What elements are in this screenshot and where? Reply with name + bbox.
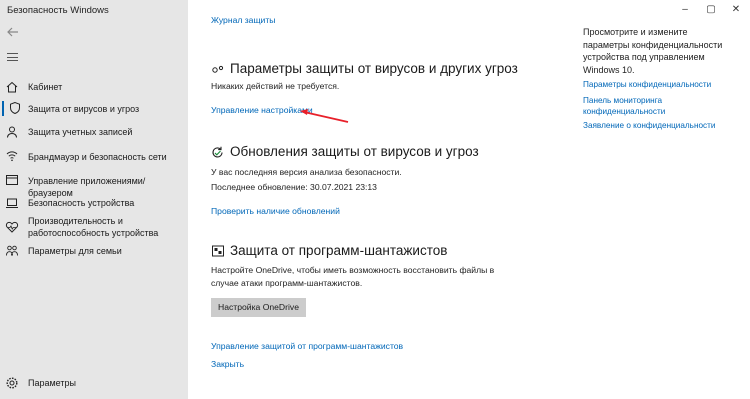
check-updates-link[interactable]: Проверить наличие обновлений (211, 206, 340, 216)
sidebar-item-label: Параметры для семьи (28, 246, 122, 256)
shield-icon (8, 101, 22, 115)
refresh-icon (210, 145, 224, 159)
window-title: Безопасность Windows (7, 5, 109, 16)
back-arrow-icon[interactable] (6, 25, 20, 39)
sidebar-item-label: Параметры (28, 378, 76, 388)
privacy-settings-link[interactable]: Параметры конфиденциальности (583, 79, 733, 90)
virus-settings-status: Никаких действий не требуется. (211, 81, 340, 91)
home-icon (5, 80, 19, 94)
protection-history-link[interactable]: Журнал защиты (211, 15, 275, 25)
sidebar-item-label: Кабинет (28, 82, 63, 92)
privacy-statement-link[interactable]: Заявление о конфиденциальности (583, 120, 733, 131)
ransomware-protection-icon (211, 244, 225, 258)
person-icon (5, 125, 19, 139)
active-indicator (2, 101, 4, 116)
sidebar-item-label: Безопасность устройства (28, 198, 135, 208)
wifi-icon (5, 149, 19, 163)
gear-icon (5, 376, 19, 390)
ransomware-text-line1: Настройте OneDrive, чтобы иметь возможно… (211, 265, 495, 275)
sidebar-item-label: Брандмауэр и безопасность сети (28, 152, 167, 162)
updates-title: Обновления защиты от вирусов и угроз (230, 144, 479, 159)
updates-last-update-text: Последнее обновление: 30.07.2021 23:13 (211, 182, 377, 192)
ransomware-text-line2: случае атаки программ-шантажистов. (211, 278, 363, 288)
close-button[interactable]: ✕ (729, 4, 743, 15)
app-window-icon (5, 173, 19, 187)
privacy-description: Просмотрите и измените параметры конфиде… (583, 27, 723, 75)
ransomware-title: Защита от программ-шантажистов (230, 243, 448, 258)
privacy-dashboard-link[interactable]: Панель мониторинга конфиденциальности (583, 95, 733, 117)
close-link[interactable]: Закрыть (211, 359, 244, 369)
maximize-button[interactable]: ▢ (704, 4, 718, 15)
sidebar-item-label: Управление приложениями/браузером (28, 176, 146, 198)
hamburger-icon[interactable] (7, 53, 18, 61)
minimize-button[interactable]: – (678, 4, 692, 15)
sidebar-item-label: Защита учетных записей (28, 127, 133, 137)
sidebar-item-label: Производительность и работоспособность у… (28, 215, 158, 239)
updates-version-text: У вас последняя версия анализа безопасно… (211, 167, 402, 177)
sidebar-item-label-line2: работоспособность устройства (28, 228, 159, 238)
family-icon (5, 244, 19, 258)
sidebar: Безопасность Windows Кабинет Защита от в… (0, 0, 188, 399)
settings-gear-icon (211, 62, 225, 76)
sidebar-item-label-line1: Производительность и (28, 216, 123, 226)
virus-settings-title: Параметры защиты от вирусов и других угр… (230, 61, 518, 76)
setup-onedrive-button[interactable]: Настройка OneDrive (211, 298, 306, 317)
heart-icon (5, 220, 19, 234)
manage-ransomware-link[interactable]: Управление защитой от программ-шантажист… (211, 341, 403, 351)
laptop-icon (5, 196, 19, 210)
sidebar-item-label: Защита от вирусов и угроз (28, 104, 140, 114)
annotation-arrow-icon (300, 109, 349, 123)
